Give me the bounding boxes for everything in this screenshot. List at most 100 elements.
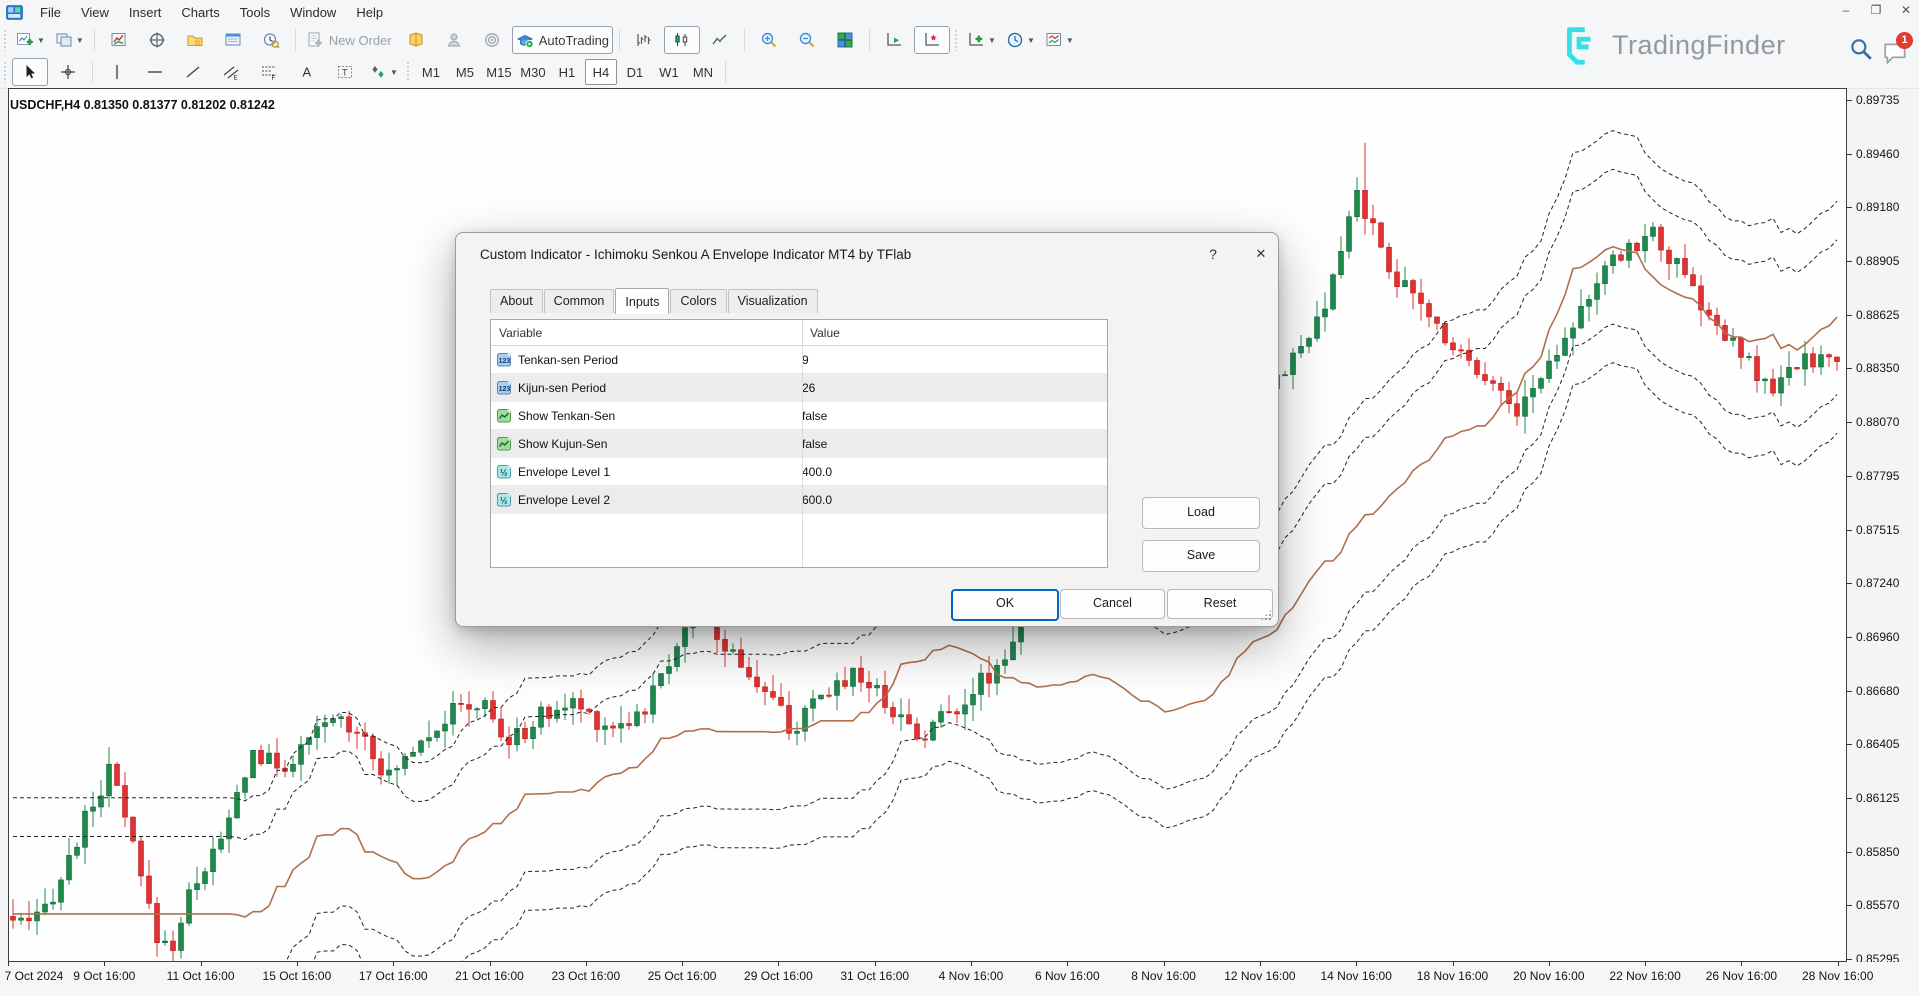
timeframe-d1[interactable]: D1	[619, 59, 651, 85]
arrows-tool-button[interactable]: ▼	[365, 58, 402, 86]
svg-text:123: 123	[499, 386, 511, 393]
svg-text:A: A	[303, 65, 312, 80]
chevron-down-icon: ▼	[1066, 36, 1074, 45]
menu-tools[interactable]: Tools	[230, 2, 280, 23]
menu-help[interactable]: Help	[346, 2, 393, 23]
crosshair-tool-button[interactable]	[50, 58, 86, 86]
tab-about[interactable]: About	[490, 289, 543, 313]
menu-view[interactable]: View	[71, 2, 119, 23]
time-tick	[1453, 962, 1454, 966]
param-value[interactable]: false	[794, 409, 827, 423]
dialog-help-button[interactable]: ?	[1200, 241, 1226, 267]
dialog-close-icon[interactable]: ✕	[1248, 241, 1274, 267]
crosshair-tool-icon	[59, 63, 77, 81]
save-button[interactable]: Save	[1142, 540, 1260, 572]
param-row-show-kujun-sen[interactable]: Show Kujun-Senfalse	[491, 430, 1107, 458]
expert-advisors-button[interactable]	[436, 26, 472, 54]
notification-badge[interactable]: 1	[1896, 32, 1913, 49]
time-tick	[1741, 962, 1742, 966]
data-window-button[interactable]	[139, 26, 175, 54]
timeframe-m1[interactable]: M1	[415, 59, 447, 85]
search-icon[interactable]	[1848, 36, 1874, 62]
menu-charts[interactable]: Charts	[171, 2, 229, 23]
trendline-tool-button[interactable]	[175, 58, 211, 86]
menu-file[interactable]: File	[30, 2, 71, 23]
param-row-show-tenkan-sen[interactable]: Show Tenkan-Senfalse	[491, 402, 1107, 430]
profile-charts-button[interactable]: ▼	[51, 26, 88, 54]
fibonacci-tool-button[interactable]: F	[251, 58, 287, 86]
new-chart-button[interactable]: ▼	[12, 26, 49, 54]
time-axis-label: 9 Oct 16:00	[73, 969, 135, 983]
text-label-tool-button[interactable]: T	[327, 58, 363, 86]
terminal-button[interactable]	[215, 26, 251, 54]
param-row-envelope-level-1[interactable]: ½Envelope Level 1400.0	[491, 458, 1107, 486]
horizontal-line-tool-button[interactable]	[137, 58, 173, 86]
param-value[interactable]: 26	[794, 381, 815, 395]
navigator-button[interactable]	[177, 26, 213, 54]
close-icon[interactable]: ✕	[1899, 2, 1913, 18]
strategy-tester-button[interactable]	[253, 26, 289, 54]
load-button[interactable]: Load	[1142, 497, 1260, 529]
param-row-envelope-level-2[interactable]: ½Envelope Level 2600.0	[491, 486, 1107, 514]
market-watch-icon	[110, 31, 128, 49]
profiles-icon	[55, 31, 73, 49]
time-axis-label: 15 Oct 16:00	[263, 969, 332, 983]
timeframe-h1[interactable]: H1	[551, 59, 583, 85]
ok-button[interactable]: OK	[951, 589, 1059, 621]
market-watch-button[interactable]	[101, 26, 137, 54]
timeframe-w1[interactable]: W1	[653, 59, 685, 85]
time-axis[interactable]: 7 Oct 20249 Oct 16:0011 Oct 16:0015 Oct …	[0, 962, 1919, 996]
time-tick	[1549, 962, 1550, 966]
candlestick-mode-button[interactable]	[664, 26, 700, 54]
time-tick	[1067, 962, 1068, 966]
vertical-line-tool-button[interactable]	[99, 58, 135, 86]
zoom-in-button[interactable]	[751, 26, 787, 54]
indicators-list-button[interactable]: ▼	[963, 26, 1000, 54]
menu-window[interactable]: Window	[280, 2, 346, 23]
terminal-icon	[224, 31, 242, 49]
metaeditor-button[interactable]	[398, 26, 434, 54]
auto-scroll-button[interactable]	[876, 26, 912, 54]
svg-text:T: T	[342, 68, 348, 78]
param-value[interactable]: 400.0	[794, 465, 832, 479]
param-value[interactable]: false	[794, 437, 827, 451]
bar-chart-mode-button[interactable]	[626, 26, 662, 54]
param-row-kijun-sen-period[interactable]: 123Kijun-sen Period26	[491, 374, 1107, 402]
tab-inputs[interactable]: Inputs	[615, 288, 669, 314]
param-value[interactable]: 600.0	[794, 493, 832, 507]
equidistant-channel-tool-button[interactable]: E	[213, 58, 249, 86]
tab-visualization[interactable]: Visualization	[728, 289, 818, 313]
new-order-button[interactable]: New Order	[302, 26, 396, 54]
timeframe-m15[interactable]: M15	[483, 59, 515, 85]
tile-windows-button[interactable]	[827, 26, 863, 54]
time-axis-label: 28 Nov 16:00	[1802, 969, 1873, 983]
cursor-tool-button[interactable]	[12, 58, 48, 86]
chart-shift-button[interactable]	[914, 26, 950, 54]
param-row-tenkan-sen-period[interactable]: 123Tenkan-sen Period9	[491, 346, 1107, 374]
reset-button[interactable]: Reset	[1167, 589, 1273, 619]
price-axis[interactable]: 0.897350.894600.891800.889050.886250.883…	[1847, 88, 1919, 962]
minimize-icon[interactable]: –	[1839, 2, 1853, 18]
chart-line-icon	[711, 31, 729, 49]
timeframe-h4[interactable]: H4	[585, 59, 617, 85]
timeframe-mn[interactable]: MN	[687, 59, 719, 85]
price-axis-label: 0.86405	[1856, 737, 1899, 751]
autotrading-button[interactable]: AutoTrading	[512, 26, 613, 54]
menu-insert[interactable]: Insert	[119, 2, 172, 23]
alerts-button[interactable]	[474, 26, 510, 54]
timeframe-m5[interactable]: M5	[449, 59, 481, 85]
timeframe-m30[interactable]: M30	[517, 59, 549, 85]
param-type-double-icon: ½	[496, 492, 512, 508]
cancel-button[interactable]: Cancel	[1060, 589, 1165, 619]
zoom-out-button[interactable]	[789, 26, 825, 54]
periods-button[interactable]: ▼	[1002, 26, 1039, 54]
time-tick	[104, 962, 105, 966]
line-chart-mode-button[interactable]	[702, 26, 738, 54]
tab-common[interactable]: Common	[544, 289, 615, 313]
price-axis-label: 0.89735	[1856, 93, 1899, 107]
text-tool-button[interactable]: A	[289, 58, 325, 86]
maximize-icon[interactable]: ❐	[1869, 2, 1883, 18]
tab-colors[interactable]: Colors	[670, 289, 726, 313]
templates-button[interactable]: ▼	[1041, 26, 1078, 54]
price-tick	[1847, 154, 1852, 155]
